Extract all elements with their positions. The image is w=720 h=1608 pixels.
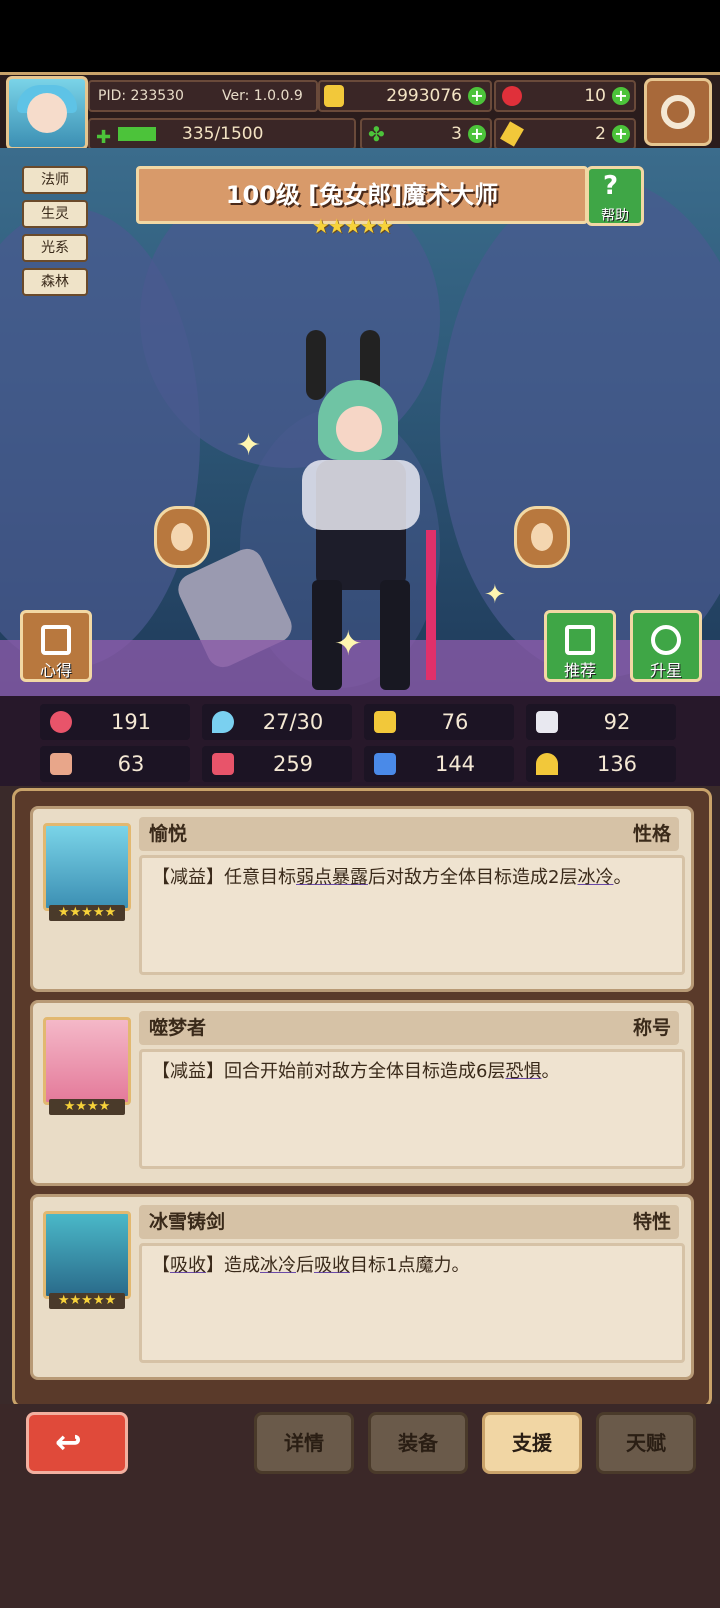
gold-amount: 2993076 <box>386 86 462 106</box>
star-up-button[interactable]: 升星 <box>630 610 702 682</box>
clover-counter: ✤ 3 + <box>360 118 492 150</box>
water-drop-icon <box>212 711 234 733</box>
heart-icon <box>50 711 72 733</box>
stat-magic: 259 <box>202 746 352 782</box>
card-description: 【减益】回合开始前对敌方全体目标造成6层恐惧。 <box>139 1049 685 1169</box>
game-version: Ver: 1.0.0.9 <box>222 88 303 104</box>
status-bar <box>0 0 720 72</box>
stat-hp: 191 <box>40 704 190 740</box>
support-card-personality[interactable]: ★★★★★ 愉悦 性格 【减益】任意目标弱点暴露后对敌方全体目标造成2层冰冷。 <box>30 806 694 992</box>
support-card-trait[interactable]: ★★★★★ 冰雪铸剑 特性 【吸收】造成冰冷后吸收目标1点魔力。 <box>30 1194 694 1380</box>
red-gem-icon <box>502 86 522 106</box>
card-header: 噬梦者 称号 <box>139 1011 679 1045</box>
notes-label: 心得 <box>39 661 72 680</box>
add-gold-button[interactable]: + <box>468 87 486 105</box>
stat-luck: 136 <box>526 746 676 782</box>
prev-hero-arrow[interactable] <box>154 506 210 568</box>
key-icon <box>500 121 524 147</box>
boot-icon <box>374 753 396 775</box>
back-button[interactable]: ↩ <box>26 1412 128 1474</box>
add-key-button[interactable]: + <box>612 125 630 143</box>
pid-version-row: PID: 233530 Ver: 1.0.0.9 <box>88 80 318 112</box>
stat-mana: 27/30 <box>202 704 352 740</box>
add-clover-button[interactable]: + <box>468 125 486 143</box>
clover-icon: ✤ <box>368 122 385 146</box>
help-label: 帮助 <box>601 208 629 224</box>
notes-icon <box>41 625 71 655</box>
tag-light[interactable]: 光系 <box>22 234 88 262</box>
portrait-stars: ★★★★ <box>49 1099 125 1115</box>
stat-speed: 144 <box>364 746 514 782</box>
card-header: 冰雪铸剑 特性 <box>139 1205 679 1239</box>
gold-counter: 2993076 + <box>318 80 492 112</box>
book-icon <box>212 753 234 775</box>
exp-fill <box>118 127 156 141</box>
sparkle-icon: ✦ <box>236 428 262 463</box>
key-counter: 2 + <box>494 118 636 150</box>
back-arrow-icon: ↩ <box>55 1423 82 1461</box>
next-hero-arrow[interactable] <box>514 506 570 568</box>
sparkle-icon: ✦ <box>334 624 363 664</box>
red-gem-amount: 10 <box>584 86 606 106</box>
gold-coin-icon <box>324 85 344 107</box>
stat-evasion: 92 <box>526 704 676 740</box>
star-up-label: 升星 <box>649 661 682 680</box>
question-icon: ? <box>603 171 619 201</box>
key-amount: 2 <box>595 124 606 144</box>
card-name: 愉悦 <box>149 823 188 845</box>
tab-support[interactable]: 支援 <box>482 1412 582 1474</box>
exp-value: 335/1500 <box>182 124 264 144</box>
portrait-stars: ★★★★★ <box>49 1293 125 1309</box>
exp-bar: ✚ 335/1500 <box>88 118 356 150</box>
stat-attack: 63 <box>40 746 190 782</box>
card-type: 称号 <box>632 1017 671 1039</box>
support-portrait <box>43 1211 131 1299</box>
portrait-stars: ★★★★★ <box>49 905 125 921</box>
star-icon <box>651 625 681 655</box>
recommend-label: 推荐 <box>563 661 596 680</box>
tab-details[interactable]: 详情 <box>254 1412 354 1474</box>
tag-forest[interactable]: 森林 <box>22 268 88 296</box>
card-header: 愉悦 性格 <box>139 817 679 851</box>
card-name: 噬梦者 <box>149 1017 207 1039</box>
thumbs-up-icon <box>565 625 595 655</box>
player-id: PID: 233530 <box>98 88 184 104</box>
player-avatar[interactable] <box>6 76 88 150</box>
magic-cane <box>426 530 436 680</box>
recommend-button[interactable]: 推荐 <box>544 610 616 682</box>
hero-stars: ★★★★★ <box>312 214 394 238</box>
card-description: 【减益】任意目标弱点暴露后对敌方全体目标造成2层冰冷。 <box>139 855 685 975</box>
support-portrait <box>43 1017 131 1105</box>
fist-icon <box>50 753 72 775</box>
tab-equipment[interactable]: 装备 <box>368 1412 468 1474</box>
gear-icon <box>661 95 695 129</box>
sparkle-icon: ✦ <box>484 580 506 610</box>
notes-button[interactable]: 心得 <box>20 610 92 682</box>
support-portrait <box>43 823 131 911</box>
tag-mage[interactable]: 法师 <box>22 166 88 194</box>
shield-icon <box>374 711 396 733</box>
horseshoe-icon <box>536 753 558 775</box>
card-type: 特性 <box>632 1211 671 1233</box>
wing-icon <box>536 711 558 733</box>
add-gem-button[interactable]: + <box>612 87 630 105</box>
red-gem-counter: 10 + <box>494 80 636 112</box>
tab-talent[interactable]: 天赋 <box>596 1412 696 1474</box>
support-card-title[interactable]: ★★★★ 噬梦者 称号 【减益】回合开始前对敌方全体目标造成6层恐惧。 <box>30 1000 694 1186</box>
settings-gear-button[interactable] <box>644 78 712 146</box>
card-description: 【吸收】造成冰冷后吸收目标1点魔力。 <box>139 1243 685 1363</box>
tag-living[interactable]: 生灵 <box>22 200 88 228</box>
card-type: 性格 <box>632 823 671 845</box>
stat-defense: 76 <box>364 704 514 740</box>
clover-amount: 3 <box>451 124 462 144</box>
help-button[interactable]: ? 帮助 <box>586 166 644 226</box>
card-name: 冰雪铸剑 <box>149 1211 226 1233</box>
